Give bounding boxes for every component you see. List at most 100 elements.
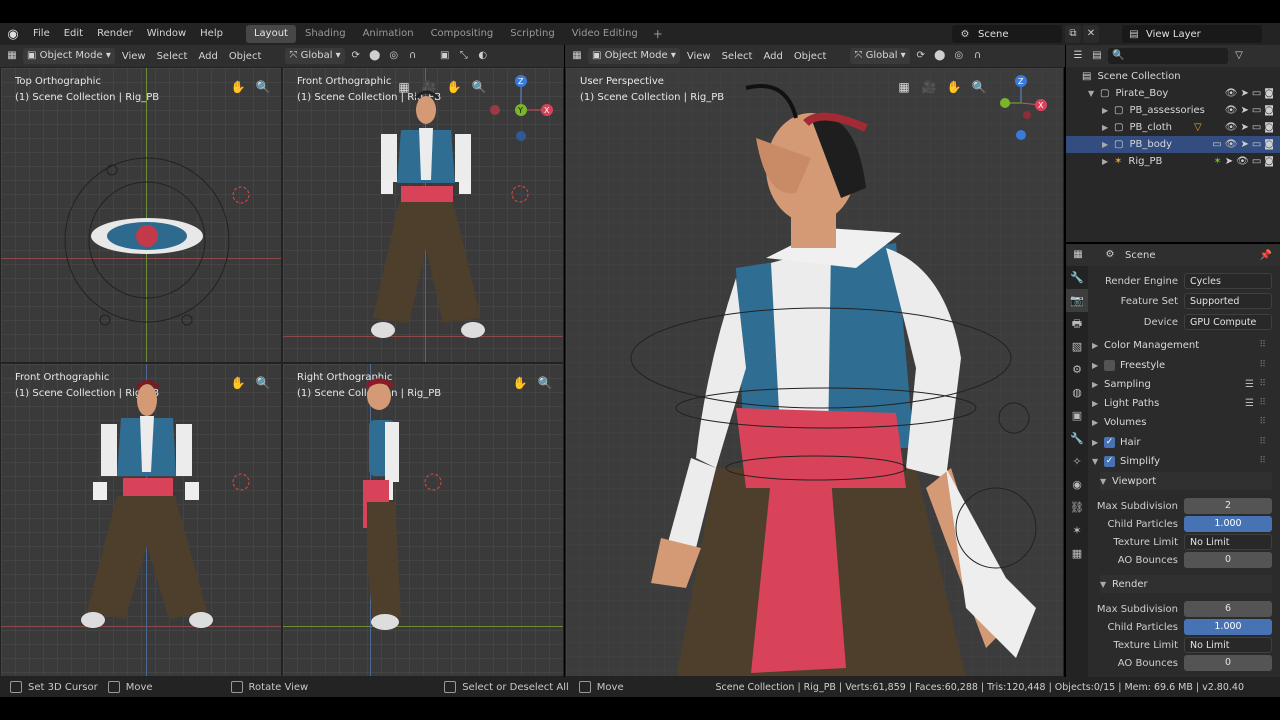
pivot-icon[interactable]: ⟳ [348, 48, 364, 64]
delete-scene-button[interactable]: ✕ [1083, 25, 1099, 43]
select-menu[interactable]: Select [153, 51, 192, 62]
object-menu[interactable]: Object [225, 51, 266, 62]
drag-handle-icon[interactable]: ⠿ [1259, 379, 1266, 389]
mode-dropdown[interactable]: ▣ Object Mode ▾ [23, 48, 115, 64]
add-menu[interactable]: Add [194, 51, 221, 62]
select-menu[interactable]: Select [718, 51, 757, 62]
outliner-editor-icon[interactable]: ☰ [1070, 48, 1086, 64]
blender-logo-icon[interactable]: ◉ [0, 23, 26, 45]
drag-handle-icon[interactable]: ⠿ [1259, 360, 1266, 370]
expand-caret-icon[interactable]: ▶ [1102, 157, 1114, 166]
viewport-top-ortho[interactable]: Top Orthographic (1) Scene Collection | … [0, 67, 282, 363]
render-ao-bounces-field[interactable]: 0 [1184, 655, 1272, 671]
menu-window[interactable]: Window [140, 23, 193, 45]
menu-render[interactable]: Render [90, 23, 140, 45]
hair-checkbox[interactable]: ✓ [1104, 436, 1115, 448]
view-menu[interactable]: View [118, 51, 150, 62]
selectable-icon[interactable]: ➤ [1240, 88, 1248, 99]
render-texture-limit-dropdown[interactable]: No Limit [1184, 637, 1272, 653]
new-scene-button[interactable]: ⧉ [1065, 25, 1081, 43]
outliner-search-input[interactable]: 🔍 [1108, 48, 1228, 64]
viewport-front-ortho-2[interactable]: Front Orthographic (1) Scene Collection … [0, 363, 282, 677]
panel-simplify[interactable]: ▼ ✓ Simplify ⠿ [1092, 452, 1272, 470]
gizmo-toggle-icon[interactable]: ⤡ [456, 48, 472, 64]
viewport-right-ortho[interactable]: Right Orthographic (1) Scene Collection … [282, 363, 564, 677]
outliner-row-scene-collection[interactable]: ▤ Scene Collection [1066, 68, 1280, 85]
overlay-icon[interactable]: ◐ [475, 48, 491, 64]
presets-list-icon[interactable]: ☰ [1245, 379, 1254, 390]
output-tab-icon[interactable]: 🖶 [1066, 312, 1088, 335]
scene-selector[interactable]: ⚙ Scene [952, 25, 1062, 43]
tab-video-editing[interactable]: Video Editing [564, 25, 646, 43]
falloff-icon[interactable]: ∩ [970, 48, 986, 64]
selectable-icon[interactable]: ➤ [1240, 122, 1248, 133]
viewport-disable-icon[interactable]: ▭ [1252, 88, 1261, 99]
selectable-icon[interactable]: ➤ [1225, 156, 1233, 167]
visibility-icon[interactable]: ▣ [437, 48, 453, 64]
orientation-dropdown[interactable]: ⤧ Global ▾ [850, 48, 910, 64]
visibility-eye-icon[interactable]: 👁 [1225, 105, 1238, 116]
viewport-ao-bounces-field[interactable]: 0 [1184, 552, 1272, 568]
drag-handle-icon[interactable]: ⠿ [1259, 340, 1266, 350]
tab-animation[interactable]: Animation [355, 25, 422, 43]
tab-scripting[interactable]: Scripting [502, 25, 562, 43]
outliner-row-rig-pb[interactable]: ▶ ✶ Rig_PB ✶ ➤ 👁 ▭ ◙ [1066, 153, 1280, 170]
device-dropdown[interactable]: GPU Compute [1184, 314, 1272, 330]
modifier-tab-icon[interactable]: 🔧 [1066, 427, 1088, 450]
panel-light-paths[interactable]: ▶ Light Paths ☰ ⠿ [1092, 394, 1272, 412]
menu-file[interactable]: File [26, 23, 57, 45]
constraints-tab-icon[interactable]: ⛓ [1066, 496, 1088, 519]
snap-icon[interactable]: ⬤ [932, 48, 948, 64]
drag-handle-icon[interactable]: ⠿ [1259, 398, 1266, 408]
feature-set-dropdown[interactable]: Supported [1184, 293, 1272, 309]
viewport-disable-icon[interactable]: ▭ [1252, 156, 1261, 167]
tab-compositing[interactable]: Compositing [423, 25, 502, 43]
drag-handle-icon[interactable]: ⠿ [1259, 417, 1266, 427]
freestyle-checkbox[interactable] [1104, 359, 1115, 371]
particles-tab-icon[interactable]: ✧ [1066, 450, 1088, 473]
falloff-icon[interactable]: ∩ [405, 48, 421, 64]
viewport-child-particles-slider[interactable]: 1.000 [1184, 516, 1272, 532]
viewport-user-perspective[interactable]: User Perspective (1) Scene Collection | … [565, 67, 1064, 677]
add-workspace-button[interactable]: + [647, 27, 669, 41]
render-engine-dropdown[interactable]: Cycles [1184, 273, 1272, 289]
orientation-dropdown[interactable]: ⤧ Global ▾ [285, 48, 345, 64]
expand-caret-icon[interactable]: ▼ [1088, 89, 1100, 98]
render-camera-icon[interactable]: ◙ [1264, 105, 1274, 116]
pivot-icon[interactable]: ⟳ [913, 48, 929, 64]
tab-shading[interactable]: Shading [297, 25, 354, 43]
viewport-front-ortho[interactable]: Front Orthographic (1) Scene Collection … [282, 67, 564, 363]
expand-caret-icon[interactable]: ▶ [1102, 123, 1114, 132]
data-tab-icon[interactable]: ✶ [1066, 519, 1088, 542]
viewport-disable-icon[interactable]: ▭ [1252, 139, 1261, 150]
render-child-particles-slider[interactable]: 1.000 [1184, 619, 1272, 635]
panel-freestyle[interactable]: ▶ Freestyle ⠿ [1092, 356, 1272, 374]
object-menu[interactable]: Object [790, 51, 831, 62]
add-menu[interactable]: Add [759, 51, 786, 62]
world-tab-icon[interactable]: ◍ [1066, 381, 1088, 404]
texture-tab-icon[interactable]: ▦ [1066, 542, 1088, 565]
panel-color-management[interactable]: ▶ Color Management ⠿ [1092, 336, 1272, 354]
panel-hair[interactable]: ▶ ✓ Hair ⠿ [1092, 433, 1272, 451]
simplify-checkbox[interactable]: ✓ [1104, 455, 1115, 467]
selectable-icon[interactable]: ➤ [1240, 139, 1248, 150]
scene-tab-icon[interactable]: ⚙ [1066, 358, 1088, 381]
mode-dropdown[interactable]: ▣ Object Mode ▾ [588, 48, 680, 64]
panel-sampling[interactable]: ▶ Sampling ☰ ⠿ [1092, 375, 1272, 393]
outliner-row-pb-assessories[interactable]: ▶ ▢ PB_assessories 👁 ➤ ▭ ◙ [1066, 102, 1280, 119]
snap-icon[interactable]: ⬤ [367, 48, 383, 64]
pin-icon[interactable]: 📌 [1260, 250, 1272, 261]
object-tab-icon[interactable]: ▣ [1066, 404, 1088, 427]
menu-help[interactable]: Help [193, 23, 230, 45]
view-layer-selector[interactable]: ▤ View Layer [1122, 25, 1262, 43]
menu-edit[interactable]: Edit [57, 23, 90, 45]
proportional-edit-icon[interactable]: ◎ [386, 48, 402, 64]
selectable-icon[interactable]: ➤ [1240, 105, 1248, 116]
panel-volumes[interactable]: ▶ Volumes ⠿ [1092, 413, 1272, 431]
render-max-subdivision-field[interactable]: 6 [1184, 601, 1272, 617]
tab-layout[interactable]: Layout [245, 25, 296, 43]
viewport-texture-limit-dropdown[interactable]: No Limit [1184, 534, 1272, 550]
editor-type-icon[interactable]: ▦ [569, 48, 585, 64]
expand-caret-icon[interactable]: ▶ [1102, 106, 1114, 115]
viewport-disable-icon[interactable]: ▭ [1252, 105, 1261, 116]
